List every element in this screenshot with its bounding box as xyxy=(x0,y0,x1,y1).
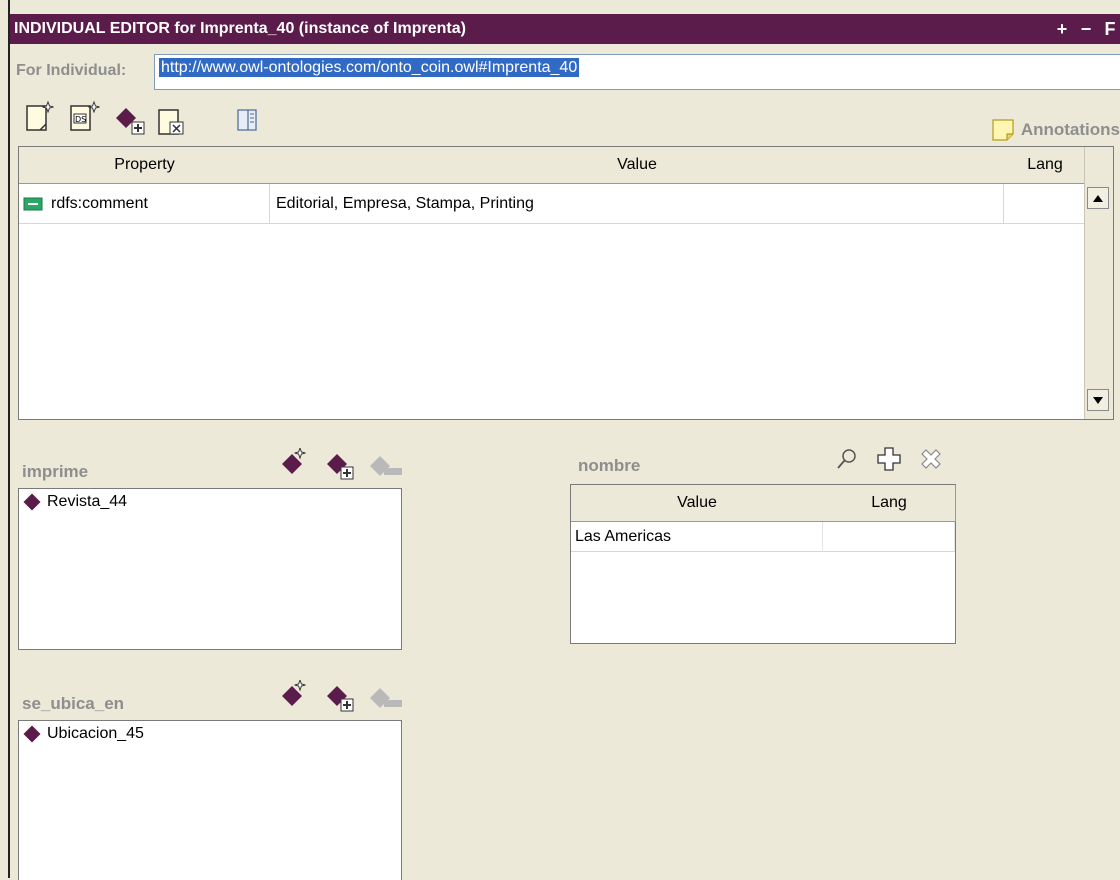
annotations-label: Annotations xyxy=(1020,120,1120,139)
list-item[interactable]: Revista_44 xyxy=(19,489,401,515)
imprime-remove-button[interactable] xyxy=(370,454,404,485)
nombre-delete-button[interactable] xyxy=(918,446,944,477)
scroll-up-button[interactable] xyxy=(1087,187,1109,209)
annotation-property-icon xyxy=(23,197,43,210)
table-row-property-cell[interactable]: rdfs:comment xyxy=(19,184,270,224)
create-annotation-button[interactable] xyxy=(24,100,56,139)
float-button[interactable]: F xyxy=(1100,14,1120,44)
delete-icon xyxy=(921,449,941,469)
new-datatype-note-icon: DS xyxy=(70,100,100,131)
svg-text:DS: DS xyxy=(75,115,86,124)
new-note-icon xyxy=(26,100,54,131)
imprime-label: imprime xyxy=(22,462,89,481)
imprime-list: Revista_44 xyxy=(18,488,402,650)
se-ubica-en-create-button[interactable] xyxy=(282,678,308,713)
nombre-search-button[interactable] xyxy=(836,448,858,477)
annotations-button[interactable]: Annotations xyxy=(991,116,1120,144)
delete-note-icon xyxy=(158,109,184,135)
instance-diamond-icon xyxy=(23,725,41,743)
view-options-button[interactable] xyxy=(236,108,260,137)
se-ubica-en-list: Ubicacion_45 xyxy=(18,720,402,880)
expand-button[interactable]: + xyxy=(1052,14,1072,44)
panel-layout-icon xyxy=(237,109,257,131)
plus-icon xyxy=(877,447,901,471)
add-individual-button[interactable] xyxy=(114,106,148,141)
imprime-item-label: Revista_44 xyxy=(47,493,128,510)
for-individual-label: For Individual: xyxy=(16,62,127,79)
nombre-table: Value Lang Las Americas xyxy=(570,484,956,644)
column-header-property[interactable]: Property xyxy=(19,147,271,184)
note-icon xyxy=(992,119,1014,141)
column-header-value[interactable]: Value xyxy=(270,147,1005,184)
nombre-row-value-cell[interactable]: Las Americas xyxy=(571,522,823,552)
nombre-label: nombre xyxy=(578,456,641,475)
add-instance-icon xyxy=(327,686,354,712)
se-ubica-en-item-label: Ubicacion_45 xyxy=(47,725,144,742)
remove-instance-icon xyxy=(370,688,402,708)
delete-annotation-button[interactable] xyxy=(156,106,190,143)
remove-instance-icon xyxy=(370,456,402,476)
table-row-lang-cell[interactable] xyxy=(1004,184,1086,224)
create-instance-icon xyxy=(282,678,306,706)
add-diamond-icon xyxy=(116,108,145,135)
window-frame xyxy=(8,0,10,878)
nombre-add-button[interactable] xyxy=(876,446,902,477)
create-instance-icon xyxy=(282,446,306,474)
arrow-down-icon xyxy=(1093,396,1103,404)
arrow-up-icon xyxy=(1093,194,1103,202)
scroll-down-button[interactable] xyxy=(1087,389,1109,411)
search-icon xyxy=(837,449,856,469)
title-bar: INDIVIDUAL EDITOR for Imprenta_40 (insta… xyxy=(10,14,1120,44)
individual-uri-field[interactable]: http://www.owl-ontologies.com/onto_coin.… xyxy=(154,54,1120,90)
column-header-lang[interactable]: Lang xyxy=(1004,147,1087,184)
collapse-button[interactable]: − xyxy=(1076,14,1096,44)
annotations-table: Property Value Lang rdfs:comment Editori… xyxy=(18,146,1114,420)
vertical-scrollbar[interactable] xyxy=(1084,147,1113,419)
imprime-add-button[interactable] xyxy=(326,452,356,487)
nombre-column-header-lang[interactable]: Lang xyxy=(823,485,956,522)
se-ubica-en-add-button[interactable] xyxy=(326,684,356,719)
property-name: rdfs:comment xyxy=(51,194,148,212)
individual-uri-text: http://www.owl-ontologies.com/onto_coin.… xyxy=(159,58,580,77)
instance-diamond-icon xyxy=(23,493,41,511)
add-instance-icon xyxy=(327,454,354,480)
se-ubica-en-remove-button[interactable] xyxy=(370,686,404,717)
se-ubica-en-label: se_ubica_en xyxy=(22,694,125,713)
table-row-value-cell[interactable]: Editorial, Empresa, Stampa, Printing xyxy=(270,184,1004,224)
list-item[interactable]: Ubicacion_45 xyxy=(19,721,401,747)
imprime-create-button[interactable] xyxy=(282,446,308,481)
window-title: INDIVIDUAL EDITOR for Imprenta_40 (insta… xyxy=(14,20,466,37)
nombre-row-lang-cell[interactable] xyxy=(823,522,955,552)
nombre-column-header-value[interactable]: Value xyxy=(571,485,824,522)
create-datatype-annotation-button[interactable]: DS xyxy=(68,100,102,139)
title-buttons: + − F xyxy=(1052,14,1120,44)
